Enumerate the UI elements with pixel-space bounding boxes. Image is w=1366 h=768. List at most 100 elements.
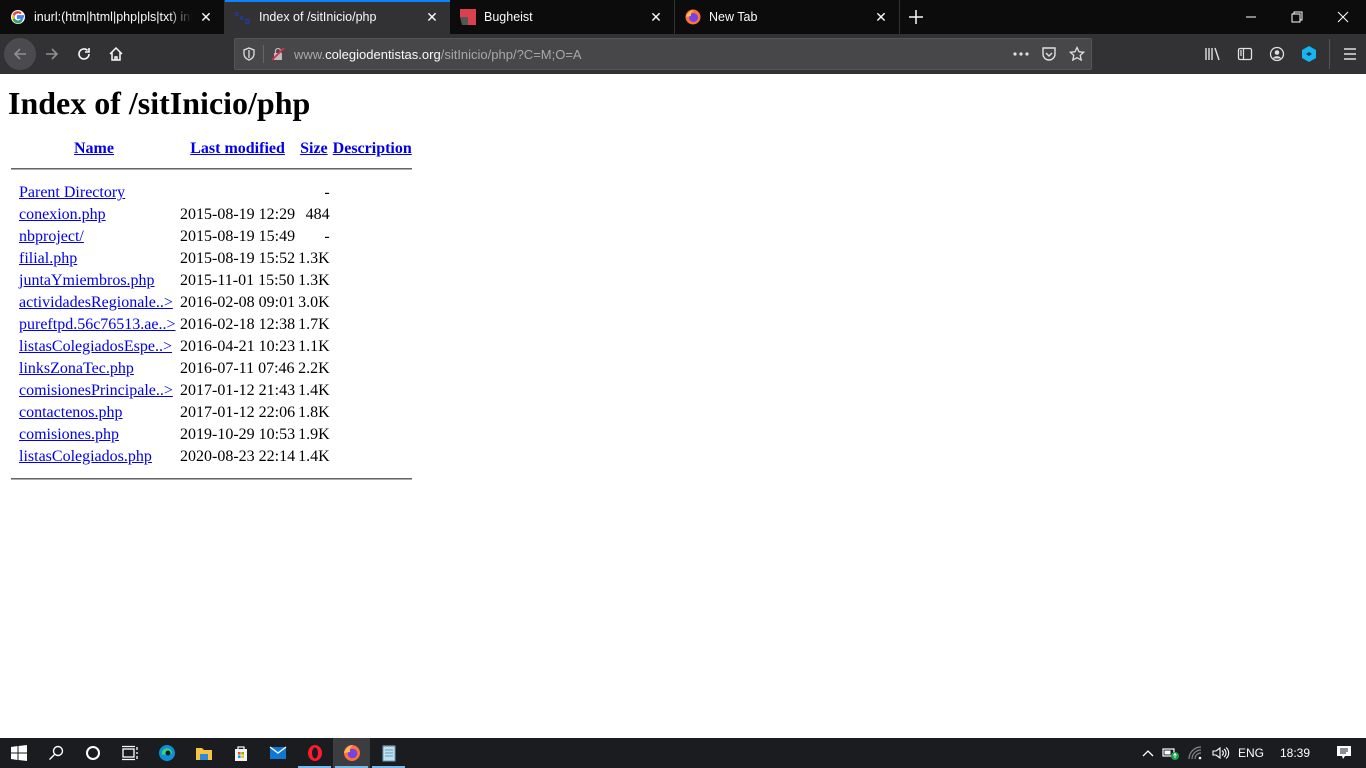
restore-button[interactable] <box>1274 0 1320 34</box>
url-text[interactable]: www.colegiodentistas.org/sitInicio/php/?… <box>294 47 582 62</box>
page-actions-button[interactable] <box>1007 40 1035 68</box>
search-button[interactable] <box>37 738 74 768</box>
speaker-icon <box>1212 746 1230 760</box>
file-link[interactable]: nbproject/ <box>19 228 84 245</box>
tab-strip: inurl:(htm|html|php|pls|txt) intitle:ind… <box>0 0 1366 34</box>
arrow-right-icon <box>46 48 59 60</box>
address-bar[interactable]: www.colegiodentistas.org/sitInicio/php/?… <box>234 38 1092 70</box>
table-row: linksZonaTec.php 2016-07-11 07:46 2.2K <box>11 358 412 380</box>
tab-new-tab[interactable]: New Tab ✕ <box>675 0 900 34</box>
minimize-button[interactable] <box>1228 0 1274 34</box>
action-center-button[interactable] <box>1322 738 1366 768</box>
table-row: listasColegiadosEspe..> 2016-04-21 10:23 1… <box>11 336 412 358</box>
taskbar-store[interactable] <box>222 738 259 768</box>
app-menu-button[interactable] <box>1334 38 1366 70</box>
tab-title: Index of /sitInicio/php <box>259 10 377 24</box>
sort-by-last-modified-link[interactable]: Last modified <box>190 140 285 157</box>
tab-title: inurl:(htm|html|php|pls|txt) intitle:ind… <box>34 10 192 24</box>
close-tab-icon[interactable]: ✕ <box>873 9 889 25</box>
file-link[interactable]: linksZonaTec.php <box>19 360 134 377</box>
sort-by-description-link[interactable]: Description <box>333 140 412 157</box>
store-icon <box>234 746 247 761</box>
home-button[interactable] <box>100 38 132 70</box>
size-cell: 1.7K <box>298 316 330 333</box>
sort-by-name-link[interactable]: Name <box>74 140 114 157</box>
close-window-button[interactable] <box>1320 0 1366 34</box>
volume-button[interactable] <box>1208 738 1234 768</box>
tab-title: New Tab <box>709 10 758 24</box>
close-tab-icon[interactable]: ✕ <box>424 9 440 25</box>
battery-charging-icon <box>1162 748 1179 760</box>
file-explorer-icon <box>195 748 212 760</box>
pocket-button[interactable] <box>1035 40 1063 68</box>
network-button[interactable] <box>1184 738 1208 768</box>
reload-button[interactable] <box>68 38 100 70</box>
last-modified-cell: 2016-02-08 09:01 <box>180 294 296 311</box>
sort-by-size-link[interactable]: Size <box>300 140 328 157</box>
table-row: comisionesPrincipale..> 2017-01-12 21:43 1… <box>11 380 412 402</box>
input-language-indicator[interactable]: ENG <box>1234 738 1268 768</box>
sidebar-button[interactable] <box>1229 38 1261 70</box>
last-modified-cell: 2019-10-29 10:53 <box>180 426 296 443</box>
size-cell: 1.8K <box>298 404 330 421</box>
tab-index-of[interactable]: ccD Index of /sitInicio/php ✕ <box>225 0 450 34</box>
description-cell <box>333 182 412 204</box>
description-cell <box>333 358 412 380</box>
task-view-button[interactable] <box>111 738 148 768</box>
file-link[interactable]: listasColegiados.php <box>19 448 152 465</box>
minimize-icon <box>1246 16 1256 18</box>
taskbar-file-explorer[interactable] <box>185 738 222 768</box>
new-tab-button[interactable] <box>900 0 932 34</box>
tab-bugheist[interactable]: Bugheist ✕ <box>450 0 675 34</box>
file-link[interactable]: filial.php <box>19 250 77 267</box>
file-link[interactable]: juntaYmiembros.php <box>19 272 155 289</box>
last-modified-cell: 2015-08-19 15:49 <box>180 228 296 245</box>
file-link[interactable]: comisiones.php <box>19 426 119 443</box>
wifi-icon <box>1188 746 1202 760</box>
file-link[interactable]: pureftpd.56c76513.ae..> <box>19 316 176 333</box>
close-tab-icon[interactable]: ✕ <box>198 9 214 25</box>
forward-button[interactable] <box>36 38 68 70</box>
cortana-button[interactable] <box>74 738 111 768</box>
close-tab-icon[interactable]: ✕ <box>648 9 664 25</box>
show-hidden-icons-button[interactable] <box>1138 738 1158 768</box>
extension-button[interactable] <box>1293 38 1325 70</box>
taskbar-opera[interactable] <box>296 738 333 768</box>
size-cell: - <box>324 228 330 245</box>
table-row: pureftpd.56c76513.ae..> 2016-02-18 12:38 1… <box>11 314 412 336</box>
library-icon <box>1205 47 1220 61</box>
notification-icon <box>1337 746 1351 759</box>
insecure-lock-icon[interactable] <box>264 40 292 68</box>
google-icon <box>10 9 26 25</box>
separator <box>1329 39 1330 69</box>
file-name-cell: actividadesRegionale..> <box>11 292 177 314</box>
edge-icon <box>158 745 175 761</box>
file-link[interactable]: actividadesRegionale..> <box>19 294 173 311</box>
table-header-row: Name Last modified Size Description <box>11 140 412 168</box>
taskbar-notepad[interactable] <box>370 738 407 768</box>
battery-status-button[interactable] <box>1158 738 1184 768</box>
file-link[interactable]: comisionesPrincipale..> <box>19 382 173 399</box>
library-button[interactable] <box>1197 38 1229 70</box>
taskbar-firefox[interactable] <box>333 738 370 768</box>
bookmark-star-button[interactable] <box>1063 40 1091 68</box>
file-link[interactable]: Parent Directory <box>19 184 125 201</box>
sidebar-icon <box>1237 47 1253 61</box>
file-link[interactable]: contactenos.php <box>19 404 123 421</box>
size-cell: 1.4K <box>298 448 330 465</box>
taskbar-mail[interactable] <box>259 738 296 768</box>
tracking-protection-shield-icon[interactable] <box>235 40 263 68</box>
file-link[interactable]: listasColegiadosEspe..> <box>19 338 172 355</box>
more-dots-icon <box>1013 52 1029 56</box>
reload-icon <box>78 48 90 60</box>
clock[interactable]: 18:39 <box>1268 738 1322 768</box>
description-cell <box>333 248 412 270</box>
description-cell <box>333 402 412 424</box>
file-link[interactable]: conexion.php <box>19 206 106 223</box>
back-button[interactable] <box>4 38 36 70</box>
taskbar-edge[interactable] <box>148 738 185 768</box>
start-button[interactable] <box>0 738 37 768</box>
account-button[interactable] <box>1261 38 1293 70</box>
tab-google-search[interactable]: inurl:(htm|html|php|pls|txt) intitle:ind… <box>0 0 225 34</box>
window-controls <box>1228 0 1366 34</box>
